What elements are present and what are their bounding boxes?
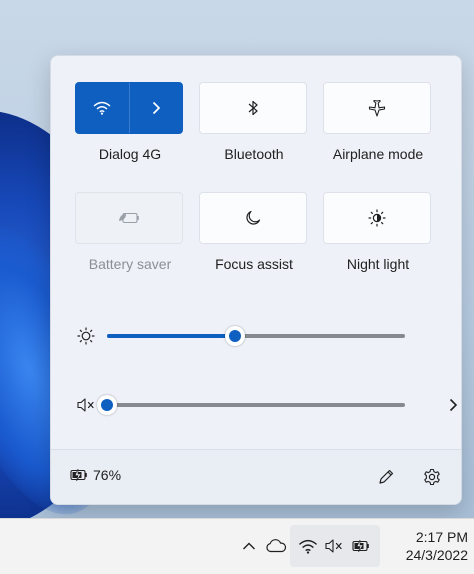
brightness-icon	[75, 325, 97, 347]
airplane-mode-toggle-button[interactable]	[323, 82, 431, 134]
battery-status[interactable]: 76%	[69, 467, 121, 483]
battery-charging-icon	[351, 539, 371, 553]
chevron-right-icon	[448, 398, 458, 412]
night-light-tile-label: Night light	[346, 256, 410, 272]
airplane-icon	[367, 99, 387, 117]
taskbar: 2:17 PM 24/3/2022	[0, 518, 474, 574]
brightness-slider-thumb[interactable]	[225, 326, 246, 346]
wifi-networks-button[interactable]	[130, 83, 183, 133]
battery-saver-tile-group: Battery saver	[75, 192, 185, 272]
chevron-up-icon	[242, 541, 256, 551]
wifi-icon	[298, 539, 318, 554]
show-hidden-icons-button[interactable]	[240, 533, 258, 559]
clock-date: 24/3/2022	[405, 547, 468, 563]
wifi-toggle-button[interactable]	[76, 83, 129, 133]
quick-settings-panel: Dialog 4G Bluetooth Airplane mode Batter…	[50, 55, 462, 505]
battery-charging-icon	[69, 468, 89, 482]
taskbar-clock[interactable]: 2:17 PM 24/3/2022	[392, 528, 468, 564]
wifi-tile-group: Dialog 4G	[75, 82, 185, 162]
night-light-toggle-button[interactable]	[323, 192, 431, 244]
brightness-slider[interactable]	[107, 326, 405, 346]
wifi-tile	[75, 82, 183, 134]
speaker-muted-icon	[324, 538, 344, 554]
volume-slider[interactable]	[97, 395, 405, 415]
night-light-tile-group: Night light	[323, 192, 433, 272]
tray-battery	[350, 533, 372, 559]
tray-volume	[324, 533, 344, 559]
speaker-muted-icon[interactable]	[75, 394, 97, 416]
focus-assist-toggle-button[interactable]	[199, 192, 307, 244]
cloud-icon	[265, 539, 287, 553]
pencil-icon	[377, 468, 395, 486]
bluetooth-toggle-button[interactable]	[199, 82, 307, 134]
volume-row	[75, 393, 458, 417]
battery-saver-icon	[118, 211, 140, 225]
wifi-tile-label: Dialog 4G	[98, 146, 162, 162]
audio-output-button[interactable]	[443, 393, 461, 417]
battery-percent: 76%	[93, 467, 122, 483]
moon-icon	[245, 210, 261, 226]
quick-settings-tray-button[interactable]	[290, 525, 380, 567]
battery-saver-toggle-button[interactable]	[75, 192, 183, 244]
chevron-right-icon	[151, 101, 161, 115]
brightness-icon	[368, 209, 386, 227]
airplane-tile-label: Airplane mode	[332, 146, 424, 162]
airplane-tile-group: Airplane mode	[323, 82, 433, 162]
brightness-row	[75, 324, 437, 348]
focus-assist-tile-group: Focus assist	[199, 192, 309, 272]
bluetooth-tile-label: Bluetooth	[224, 146, 284, 162]
gear-icon	[423, 468, 441, 486]
focus-assist-tile-label: Focus assist	[215, 256, 293, 272]
wifi-icon	[93, 101, 111, 115]
onedrive-button[interactable]	[264, 533, 288, 559]
volume-slider-thumb[interactable]	[97, 395, 117, 415]
battery-saver-tile-label: Battery saver	[88, 256, 172, 272]
bluetooth-tile-group: Bluetooth	[199, 82, 309, 162]
quick-settings-footer: 76%	[51, 449, 461, 504]
clock-time: 2:17 PM	[415, 529, 468, 545]
all-settings-button[interactable]	[417, 462, 447, 492]
tray-wifi	[298, 533, 318, 559]
edit-quick-settings-button[interactable]	[371, 462, 401, 492]
bluetooth-icon	[247, 100, 259, 116]
brightness-slider-fill	[107, 334, 236, 338]
